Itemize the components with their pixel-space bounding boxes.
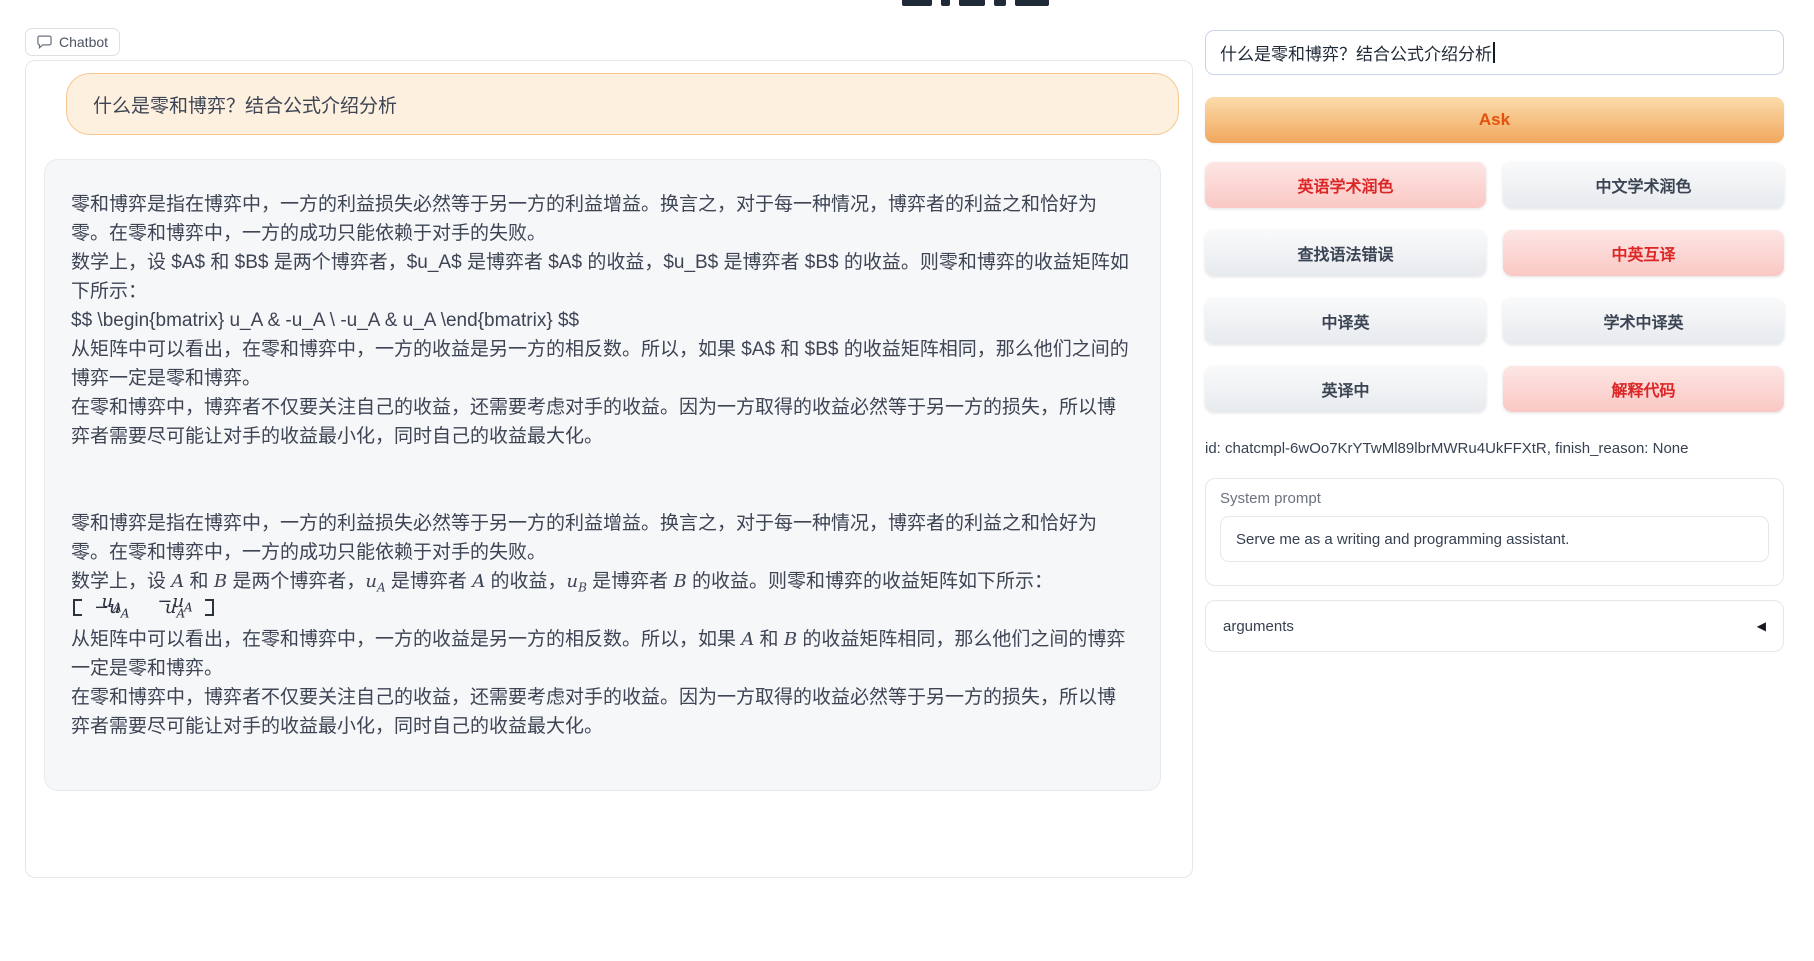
title-stroke: [1015, 0, 1049, 6]
text-cursor: [1493, 42, 1495, 63]
preset-button-2[interactable]: 中文学术润色: [1503, 162, 1784, 208]
math-symbol: B: [673, 571, 686, 592]
preset-button-7[interactable]: 英译中: [1205, 366, 1486, 412]
system-prompt-input[interactable]: Serve me as a writing and programming as…: [1220, 516, 1769, 562]
title-stroke: [902, 0, 932, 6]
math-symbol: B: [784, 629, 797, 650]
matrix-left-bracket: [73, 599, 82, 616]
math-symbol: uA: [365, 571, 385, 592]
accordion-collapsed-icon: ◀: [1757, 619, 1766, 633]
math-symbol: A: [741, 629, 754, 650]
question-input-value: 什么是零和博弈？结合公式介绍分析: [1220, 40, 1492, 65]
clipped-page-title: [902, 0, 1049, 6]
matrix-right-bracket: [205, 599, 214, 616]
arguments-accordion[interactable]: arguments ◀: [1205, 600, 1784, 652]
chatbot-label-text: Chatbot: [59, 34, 108, 50]
matrix-cell: uA: [165, 608, 185, 614]
arguments-accordion-label: arguments: [1223, 618, 1294, 635]
chat-bubble-icon: [37, 35, 52, 49]
bot-paragraph-rendered-1: 零和博弈是指在博弈中，一方的利益损失必然等于另一方的利益增益。换言之，对于每一种…: [71, 509, 1134, 567]
bot-paragraph-raw-formula: $$ \begin{bmatrix} u_A & -u_A \ -u_A & u…: [71, 306, 1134, 335]
bot-paragraph-rendered-2: 数学上，设 A 和 B 是两个博弈者，uA 是博弈者 A 的收益，uB 是博弈者…: [71, 567, 1134, 596]
section-gap: [71, 451, 1134, 509]
question-input[interactable]: 什么是零和博弈？结合公式介绍分析: [1205, 30, 1784, 75]
title-stroke: [994, 0, 1006, 6]
chatbot-panel: 什么是零和博弈？结合公式介绍分析 零和博弈是指在博弈中，一方的利益损失必然等于另…: [25, 60, 1193, 878]
title-stroke: [959, 0, 985, 6]
matrix-cell: −uA: [94, 608, 129, 614]
ask-button[interactable]: Ask: [1205, 97, 1784, 143]
payoff-matrix: uA−uA−uAuA: [73, 599, 214, 616]
math-symbol: A: [171, 571, 184, 592]
preset-button-6[interactable]: 学术中译英: [1503, 298, 1784, 344]
preset-button-3[interactable]: 查找语法错误: [1205, 230, 1486, 276]
bot-paragraph-raw-4: 在零和博弈中，博弈者不仅要关注自己的收益，还需要考虑对手的收益。因为一方取得的收…: [71, 393, 1134, 451]
chatbot-label: Chatbot: [25, 28, 120, 56]
system-prompt-label: System prompt: [1220, 490, 1769, 507]
user-message-text: 什么是零和博弈？结合公式介绍分析: [93, 91, 397, 118]
bot-paragraph-raw-1: 零和博弈是指在博弈中，一方的利益损失必然等于另一方的利益增益。换言之，对于每一种…: [71, 190, 1134, 248]
preset-button-5[interactable]: 中译英: [1205, 298, 1486, 344]
preset-button-8[interactable]: 解释代码: [1503, 366, 1784, 412]
math-symbol: B: [214, 571, 227, 592]
math-symbol: uB: [566, 571, 586, 592]
title-stroke: [941, 0, 950, 6]
preset-button-grid: 英语学术润色中文学术润色查找语法错误中英互译中译英学术中译英英译中解释代码: [1205, 162, 1784, 412]
bot-paragraph-raw-2: 数学上，设 $A$ 和 $B$ 是两个博弈者，$u_A$ 是博弈者 $A$ 的收…: [71, 248, 1134, 306]
system-prompt-group: System prompt Serve me as a writing and …: [1205, 478, 1784, 586]
bot-paragraph-rendered-4: 在零和博弈中，博弈者不仅要关注自己的收益，还需要考虑对手的收益。因为一方取得的收…: [71, 683, 1134, 741]
completion-status-line: id: chatcmpl-6wOo7KrYTwMl89lbrMWRu4UkFFX…: [1205, 440, 1784, 457]
user-message-bubble: 什么是零和博弈？结合公式介绍分析: [66, 73, 1179, 135]
bot-paragraph-rendered-3: 从矩阵中可以看出，在零和博弈中，一方的收益是另一方的相反数。所以，如果 A 和 …: [71, 625, 1134, 683]
preset-button-4[interactable]: 中英互译: [1503, 230, 1784, 276]
math-symbol: A: [472, 571, 485, 592]
bot-message-bubble: 零和博弈是指在博弈中，一方的利益损失必然等于另一方的利益增益。换言之，对于每一种…: [44, 159, 1161, 791]
preset-button-1[interactable]: 英语学术润色: [1205, 162, 1486, 208]
bot-paragraph-raw-3: 从矩阵中可以看出，在零和博弈中，一方的收益是另一方的相反数。所以，如果 $A$ …: [71, 335, 1134, 393]
matrix-cells: uA−uA−uAuA: [82, 599, 205, 616]
